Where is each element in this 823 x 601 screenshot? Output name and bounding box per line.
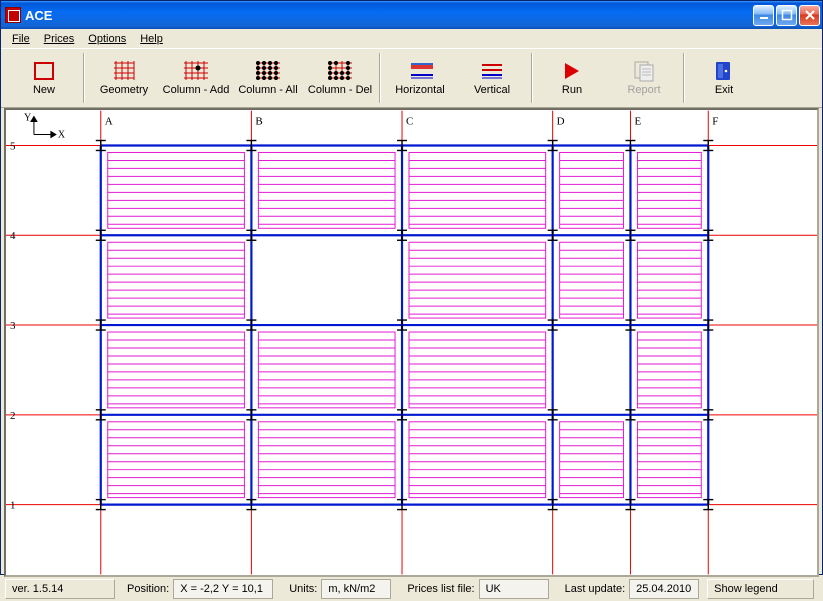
version-cell: ver. 1.5.14 [5, 579, 115, 599]
run-icon [559, 60, 585, 82]
new-button[interactable]: New [9, 53, 79, 103]
report-button[interactable]: Report [609, 53, 679, 103]
geometry-button[interactable]: Geometry [89, 53, 159, 103]
svg-text:E: E [634, 116, 641, 128]
svg-text:4: 4 [10, 230, 16, 242]
window-title: ACE [25, 8, 751, 23]
svg-text:F: F [712, 116, 718, 128]
column-add-icon [183, 60, 209, 82]
menu-help[interactable]: Help [133, 32, 170, 46]
show-legend-button[interactable]: Show legend [707, 579, 814, 599]
title-bar: ACE [1, 1, 822, 29]
new-icon [31, 60, 57, 82]
exit-button[interactable]: Exit [689, 53, 759, 103]
svg-text:3: 3 [10, 320, 16, 332]
status-bar: ver. 1.5.14 Position: X = -2,2 Y = 10,1 … [1, 577, 822, 601]
vertical-button[interactable]: Vertical [457, 53, 527, 103]
menu-file[interactable]: File [5, 32, 37, 46]
update-label: Last update: [557, 583, 630, 595]
app-icon [5, 7, 21, 23]
menu-prices[interactable]: Prices [37, 32, 82, 46]
drawing-canvas[interactable]: A B C D E F 5 4 3 2 1 X Y [4, 108, 819, 577]
horizontal-beam-icon [407, 60, 433, 82]
column-all-icon [255, 60, 281, 82]
grid-svg: A B C D E F 5 4 3 2 1 X Y [6, 110, 817, 575]
svg-text:D: D [557, 116, 565, 128]
svg-text:2: 2 [10, 410, 15, 422]
run-button[interactable]: Run [537, 53, 607, 103]
prices-value: UK [479, 579, 549, 599]
svg-text:X: X [58, 130, 66, 141]
horizontal-button[interactable]: Horizontal [385, 53, 455, 103]
close-button[interactable] [799, 5, 820, 26]
exit-icon [711, 60, 737, 82]
units-label: Units: [281, 583, 321, 595]
position-label: Position: [119, 583, 173, 595]
position-value: X = -2,2 Y = 10,1 [173, 579, 273, 599]
svg-text:C: C [406, 116, 413, 128]
svg-text:5: 5 [10, 140, 16, 152]
svg-text:B: B [255, 116, 262, 128]
svg-text:1: 1 [10, 500, 15, 512]
column-all-button[interactable]: Column - All [233, 53, 303, 103]
toolbar: New Geometry Column - Add [1, 48, 822, 108]
prices-label: Prices list file: [399, 583, 478, 595]
column-add-button[interactable]: Column - Add [161, 53, 231, 103]
maximize-button[interactable] [776, 5, 797, 26]
svg-text:A: A [105, 116, 113, 128]
report-icon [631, 60, 657, 82]
column-del-button[interactable]: Column - Del [305, 53, 375, 103]
menu-options[interactable]: Options [81, 32, 133, 46]
vertical-beam-icon [479, 60, 505, 82]
units-value: m, kN/m2 [321, 579, 391, 599]
grid-icon [111, 60, 137, 82]
column-del-icon [327, 60, 353, 82]
menu-bar: File Prices Options Help [1, 29, 822, 48]
svg-text:Y: Y [24, 113, 31, 124]
minimize-button[interactable] [753, 5, 774, 26]
update-value: 25.04.2010 [629, 579, 699, 599]
